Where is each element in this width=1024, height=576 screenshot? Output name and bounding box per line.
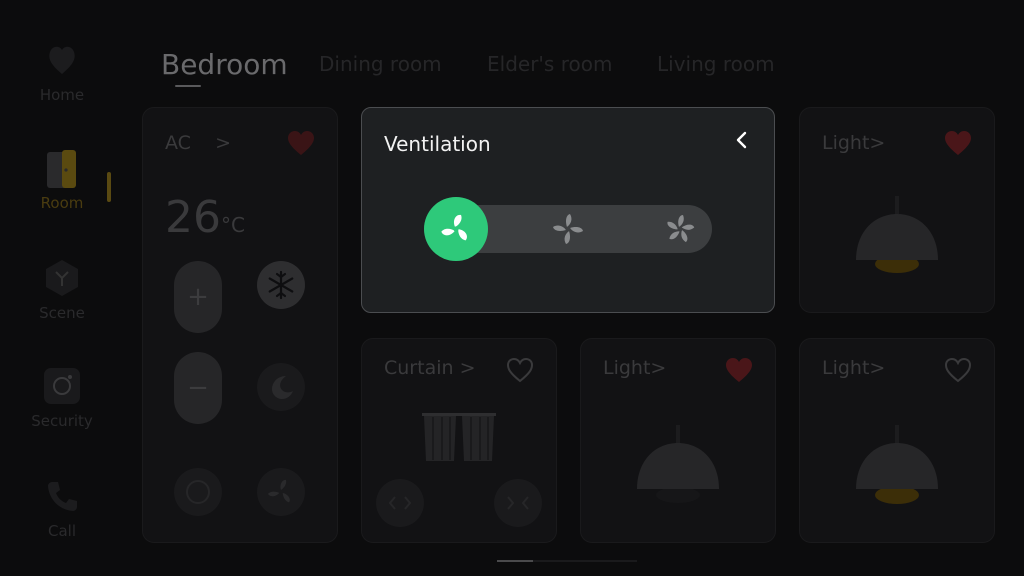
power-button[interactable] (174, 468, 222, 516)
home-icon (49, 46, 75, 74)
tab-dining-room[interactable]: Dining room (319, 52, 442, 76)
tab-living-room[interactable]: Living room (657, 52, 775, 76)
ac-card[interactable]: AC > 26°C + − (142, 107, 338, 543)
temp-decrease-button[interactable]: − (174, 352, 222, 424)
pendant-lamp-icon (637, 425, 719, 503)
scroll-thumb (497, 560, 533, 562)
sidebar-item-label: Room (40, 194, 84, 212)
tab-bedroom[interactable]: Bedroom (161, 48, 288, 81)
heart-outline-icon[interactable] (506, 357, 534, 383)
curtain-icon (422, 413, 496, 461)
ac-title[interactable]: AC > (165, 132, 231, 154)
sidebar-item-call[interactable]: Call (20, 476, 104, 540)
chevrons-inward-icon (507, 496, 529, 510)
snowflake-icon (268, 270, 294, 300)
page-scroll-indicator (497, 560, 637, 562)
fan-speed-3-button[interactable] (648, 197, 712, 261)
heart-icon[interactable] (725, 357, 753, 383)
pendant-lamp-icon (856, 425, 938, 504)
light-title[interactable]: Light> (822, 357, 885, 379)
heart-icon[interactable] (287, 130, 315, 156)
heart-icon[interactable] (944, 130, 972, 156)
sidebar-item-label: Scene (39, 304, 85, 322)
chevron-left-icon[interactable] (730, 128, 754, 152)
tab-underline (175, 85, 201, 87)
sleep-mode-button[interactable] (257, 363, 305, 411)
fan-speed-2-button[interactable] (536, 197, 600, 261)
pendant-lamp-icon (856, 196, 938, 273)
curtain-card[interactable]: Curtain > (361, 338, 557, 543)
sidebar-item-room[interactable]: Room (20, 148, 104, 212)
curtain-open-button[interactable] (376, 479, 424, 527)
moon-icon (272, 376, 293, 399)
temp-increase-button[interactable]: + (174, 261, 222, 333)
chevrons-outward-icon (388, 496, 412, 510)
ac-fan-button[interactable] (257, 468, 305, 516)
phone-icon (48, 482, 77, 511)
sidebar-item-label: Home (39, 86, 85, 104)
room-icon (47, 150, 76, 188)
curtain-title[interactable]: Curtain > (384, 357, 476, 379)
light-card[interactable]: Light> (580, 338, 776, 543)
fan-icon (441, 214, 467, 241)
power-icon (186, 480, 210, 504)
light-title[interactable]: Light> (822, 132, 885, 154)
temperature-display: 26°C (165, 192, 245, 243)
heart-outline-icon[interactable] (944, 357, 972, 383)
sidebar-item-label: Call (47, 522, 76, 540)
temperature-value: 26 (165, 192, 221, 243)
temperature-unit: °C (221, 213, 245, 237)
light-card[interactable]: Light> (799, 338, 995, 543)
fan-speed-1-button[interactable] (424, 197, 488, 261)
light-title[interactable]: Light> (603, 357, 666, 379)
ventilation-panel: Ventilation (361, 107, 775, 313)
security-icon (44, 368, 80, 404)
fan-icon (268, 479, 290, 503)
sidebar-item-label: Security (31, 412, 93, 430)
curtain-close-button[interactable] (494, 479, 542, 527)
ventilation-title: Ventilation (384, 132, 491, 156)
fan-icon (553, 214, 583, 244)
light-card[interactable]: Light> (799, 107, 995, 313)
cool-mode-button[interactable] (257, 261, 305, 309)
active-indicator (107, 172, 111, 202)
scene-icon (46, 260, 78, 296)
sidebar-item-home[interactable]: Home (20, 40, 104, 104)
sidebar-item-scene[interactable]: Scene (20, 258, 104, 322)
fan-icon (667, 215, 695, 243)
sidebar-item-security[interactable]: Security (20, 366, 104, 430)
tab-elders-room[interactable]: Elder's room (487, 52, 612, 76)
